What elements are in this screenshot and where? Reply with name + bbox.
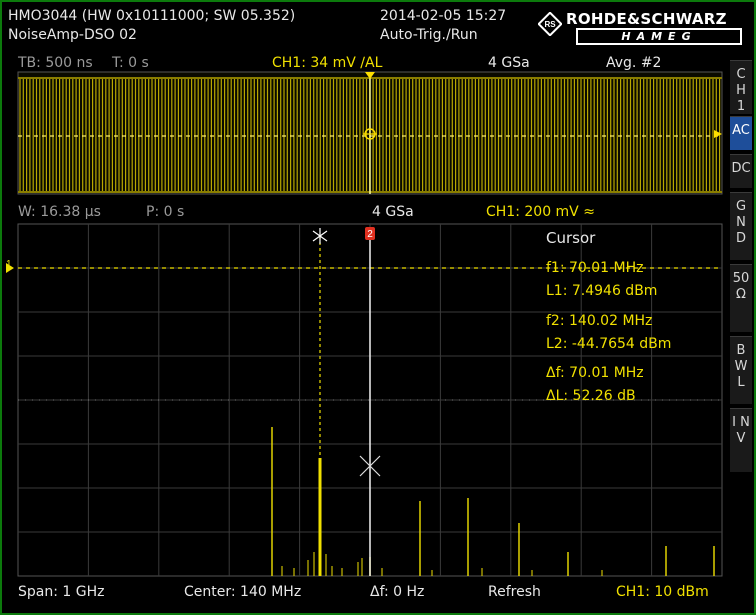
span-setting[interactable]: Span: 1 GHz xyxy=(18,584,104,600)
svg-text:RS: RS xyxy=(544,20,556,29)
timebase[interactable]: TB: 500 ns xyxy=(18,55,93,71)
side-menu-button[interactable]: G N D xyxy=(730,192,752,260)
cursor-l1: L1: 7.4946 dBm xyxy=(546,283,658,299)
setup-name: NoiseAmp-DSO 02 xyxy=(8,27,137,43)
acquisition-mode[interactable]: Avg. #2 xyxy=(606,55,661,71)
ch1-setting[interactable]: CH1: 34 mV ∕AL xyxy=(272,55,382,71)
zoom-position[interactable]: P: 0 s xyxy=(146,204,184,220)
cursor-delta-f: Δf: 70.01 MHz xyxy=(546,365,644,381)
brand-secondary: HAMEG xyxy=(576,28,742,45)
trigger-time[interactable]: T: 0 s xyxy=(112,55,149,71)
zoom-ch1-setting[interactable]: CH1: 200 mV ≈ xyxy=(486,204,595,220)
zoom-window[interactable]: W: 16.38 µs xyxy=(18,204,101,220)
sample-rate: 4 GSa xyxy=(488,55,530,71)
side-menu-button[interactable]: 50 Ω xyxy=(730,264,752,332)
cursor-l2: L2: -44.7654 dBm xyxy=(546,336,672,352)
datetime: 2014-02-05 15:27 xyxy=(380,8,507,24)
display-mode[interactable]: Refresh xyxy=(488,584,541,600)
cursor2-label: 2 xyxy=(367,229,373,240)
cursor-panel-title: Cursor xyxy=(546,229,596,247)
channel-marker-label: 1 xyxy=(6,259,12,270)
ch1-reference[interactable]: CH1: 10 dBm xyxy=(616,584,709,600)
time-overview xyxy=(17,71,723,195)
delta-f-setting[interactable]: Δf: 0 Hz xyxy=(370,584,424,600)
rs-emblem-icon: RS xyxy=(538,12,562,36)
center-setting[interactable]: Center: 140 MHz xyxy=(184,584,301,600)
zoom-sample-rate: 4 GSa xyxy=(372,204,414,220)
cursor-f2: f2: 140.02 MHz xyxy=(546,313,653,329)
trigger-status: Auto-Trig./Run xyxy=(380,27,478,43)
side-menu-button[interactable]: B W L xyxy=(730,336,752,404)
oscilloscope-screen: HMO3044 (HW 0x10111000; SW 05.352) Noise… xyxy=(0,0,756,615)
brand-primary: ROHDE&SCHWARZ xyxy=(566,10,727,28)
side-menu-button[interactable]: I N V xyxy=(730,408,752,472)
side-menu-button[interactable]: C H 1 xyxy=(730,60,752,114)
side-menu-button[interactable]: DC xyxy=(730,154,752,188)
cursor-f1: f1: 70.01 MHz xyxy=(546,260,644,276)
brand-logo: RS ROHDE&SCHWARZ HAMEG xyxy=(536,8,748,45)
cursor-delta-l: ΔL: 52.26 dB xyxy=(546,388,636,404)
device-info: HMO3044 (HW 0x10111000; SW 05.352) xyxy=(8,8,296,24)
side-menu-button[interactable]: AC xyxy=(730,116,752,150)
